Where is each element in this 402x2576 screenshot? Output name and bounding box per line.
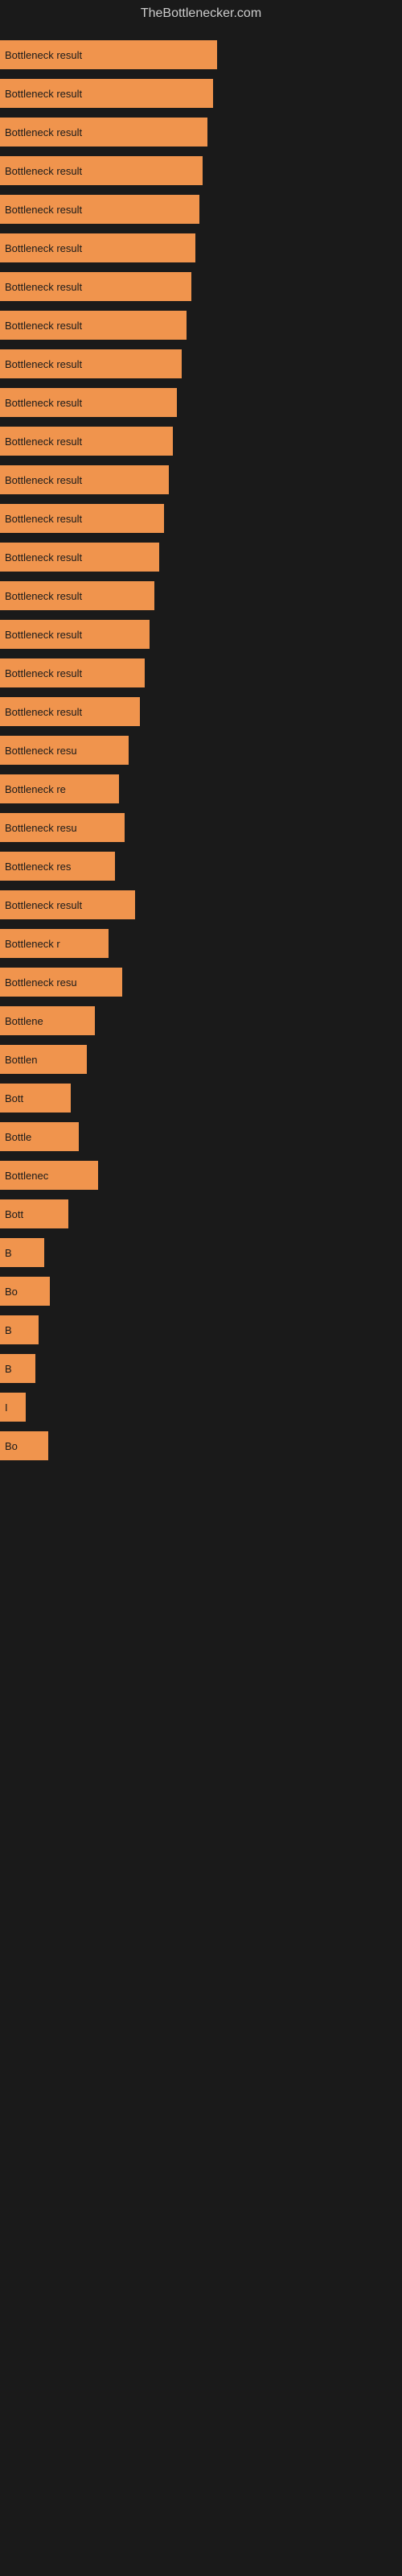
bottleneck-bar: Bottleneck resu <box>0 968 122 997</box>
bar-row: Bottleneck result <box>0 460 402 499</box>
bar-row: B <box>0 1311 402 1349</box>
bar-row: Bottleneck result <box>0 886 402 924</box>
bar-row: Bottleneck result <box>0 267 402 306</box>
bottleneck-bar: Bottleneck r <box>0 929 109 958</box>
bottleneck-bar: B <box>0 1238 44 1267</box>
bar-row: Bottleneck result <box>0 113 402 151</box>
bottleneck-bar: Bo <box>0 1431 48 1460</box>
bar-row: Bottleneck result <box>0 383 402 422</box>
bottleneck-bar: Bottleneck result <box>0 697 140 726</box>
bottleneck-bar: Bottleneck result <box>0 311 187 340</box>
bar-row: Bottleneck result <box>0 499 402 538</box>
bottleneck-bar: Bottleneck result <box>0 233 195 262</box>
bottleneck-bar: Bottleneck result <box>0 581 154 610</box>
bar-row: Bottleneck result <box>0 229 402 267</box>
bar-row: B <box>0 1233 402 1272</box>
bar-row: Bottleneck result <box>0 654 402 692</box>
bottleneck-bar: Bottleneck result <box>0 427 173 456</box>
bottleneck-bar: Bottleneck result <box>0 349 182 378</box>
bottleneck-bar: Bottlen <box>0 1045 87 1074</box>
bottleneck-bar: Bottleneck re <box>0 774 119 803</box>
bar-row: B <box>0 1349 402 1388</box>
bottleneck-bar: Bottleneck result <box>0 504 164 533</box>
bar-row: Bottleneck res <box>0 847 402 886</box>
bar-row: Bottleneck result <box>0 615 402 654</box>
bars-container: Bottleneck result Bottleneck result Bottle… <box>0 27 402 1473</box>
bar-row: Bottleneck result <box>0 422 402 460</box>
bottleneck-bar: B <box>0 1354 35 1383</box>
bottleneck-bar: Bottleneck result <box>0 272 191 301</box>
bar-row: Bottleneck resu <box>0 963 402 1001</box>
bar-row: Bottleneck result <box>0 576 402 615</box>
bar-row: Bottleneck result <box>0 35 402 74</box>
bar-row: Bottle <box>0 1117 402 1156</box>
bottleneck-bar: Bottlene <box>0 1006 95 1035</box>
bottleneck-bar: I <box>0 1393 26 1422</box>
bottleneck-bar: Bottleneck result <box>0 890 135 919</box>
bottleneck-bar: Bottleneck result <box>0 620 150 649</box>
bottleneck-bar: Bottleneck result <box>0 40 217 69</box>
bottleneck-bar: Bott <box>0 1199 68 1228</box>
bottleneck-bar: Bottleneck result <box>0 195 199 224</box>
bar-row: Bottleneck result <box>0 306 402 345</box>
bar-row: Bottleneck resu <box>0 808 402 847</box>
site-title: TheBottlenecker.com <box>0 0 402 27</box>
bottleneck-bar: Bo <box>0 1277 50 1306</box>
bottleneck-bar: Bottleneck resu <box>0 813 125 842</box>
bar-row: Bo <box>0 1426 402 1465</box>
bottleneck-bar: Bottleneck resu <box>0 736 129 765</box>
bar-row: Bottleneck result <box>0 190 402 229</box>
bottleneck-bar: Bottlenec <box>0 1161 98 1190</box>
bar-row: I <box>0 1388 402 1426</box>
bottleneck-bar: Bottle <box>0 1122 79 1151</box>
bar-row: Bottlene <box>0 1001 402 1040</box>
bottleneck-bar: Bottleneck result <box>0 465 169 494</box>
bar-row: Bottleneck re <box>0 770 402 808</box>
bottleneck-bar: Bott <box>0 1084 71 1113</box>
bottleneck-bar: Bottleneck res <box>0 852 115 881</box>
bottleneck-bar: Bottleneck result <box>0 658 145 687</box>
bar-row: Bottlen <box>0 1040 402 1079</box>
bottleneck-bar: Bottleneck result <box>0 156 203 185</box>
bottleneck-bar: B <box>0 1315 39 1344</box>
bar-row: Bottleneck result <box>0 345 402 383</box>
bar-row: Bott <box>0 1079 402 1117</box>
bar-row: Bottleneck result <box>0 538 402 576</box>
bar-row: Bott <box>0 1195 402 1233</box>
bar-row: Bottleneck result <box>0 74 402 113</box>
bottleneck-bar: Bottleneck result <box>0 79 213 108</box>
bar-row: Bottlenec <box>0 1156 402 1195</box>
bottleneck-bar: Bottleneck result <box>0 543 159 572</box>
bottleneck-bar: Bottleneck result <box>0 118 207 147</box>
bottleneck-bar: Bottleneck result <box>0 388 177 417</box>
bar-row: Bottleneck resu <box>0 731 402 770</box>
bar-row: Bottleneck result <box>0 692 402 731</box>
bar-row: Bo <box>0 1272 402 1311</box>
bar-row: Bottleneck result <box>0 151 402 190</box>
bar-row: Bottleneck r <box>0 924 402 963</box>
